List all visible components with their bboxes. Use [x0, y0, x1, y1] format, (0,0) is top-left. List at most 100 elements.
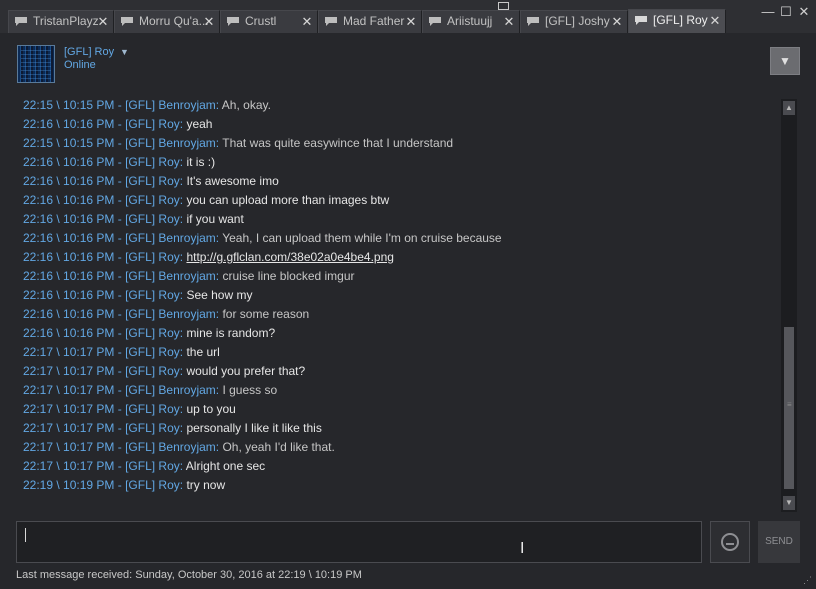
close-icon[interactable]: ✕ — [97, 11, 109, 32]
scrollbar-thumb[interactable]: ≡ — [784, 327, 794, 489]
tab-label: [GFL] Joshy — [545, 14, 610, 28]
close-icon[interactable]: ✕ — [709, 10, 721, 31]
message-sender[interactable]: [GFL] Roy — [125, 364, 180, 378]
message-sender[interactable]: [GFL] Roy — [125, 478, 180, 492]
message-sender[interactable]: [GFL] Roy — [125, 288, 180, 302]
message-timestamp: 22:17 \ 10:17 PM — [23, 364, 115, 378]
tab-gfl-joshy[interactable]: [GFL] Joshy ✕ — [520, 10, 628, 33]
message-timestamp: 22:16 \ 10:16 PM — [23, 231, 115, 245]
message-text: the url — [186, 345, 220, 359]
chat-message: 22:15 \ 10:15 PM - [GFL] Benroyjam: That… — [18, 134, 778, 153]
close-icon[interactable]: ✕ — [203, 11, 215, 32]
message-text: See how my — [186, 288, 253, 302]
scroll-up-button[interactable]: ▲ — [783, 101, 795, 115]
chat-message: 22:16 \ 10:16 PM - [GFL] Roy: mine is ra… — [18, 324, 778, 343]
close-icon[interactable]: ✕ — [503, 11, 515, 32]
message-sender[interactable]: [GFL] Roy — [125, 421, 180, 435]
chat-message: 22:16 \ 10:16 PM - [GFL] Roy: It's aweso… — [18, 172, 778, 191]
tab-gfl-roy[interactable]: [GFL] Roy ✕ — [628, 9, 726, 33]
message-sender[interactable]: [GFL] Roy — [125, 345, 180, 359]
message-sender[interactable]: [GFL] Roy — [125, 250, 180, 264]
message-sender[interactable]: [GFL] Roy — [125, 117, 180, 131]
chat-message: 22:16 \ 10:16 PM - [GFL] Roy: yeah — [18, 115, 778, 134]
tab-label: Ariistuujj — [447, 14, 493, 28]
tab-tristanplayz[interactable]: TristanPlayz ✕ — [8, 10, 114, 33]
chat-message: 22:16 \ 10:16 PM - [GFL] Benroyjam: crui… — [18, 267, 778, 286]
chat-message: 22:16 \ 10:16 PM - [GFL] Roy: http://g.g… — [18, 248, 778, 267]
chat-message: 22:17 \ 10:17 PM - [GFL] Roy: up to you — [18, 400, 778, 419]
message-sender[interactable]: [GFL] Benroyjam — [125, 98, 216, 112]
tab-mad-father[interactable]: Mad Father ✕ — [318, 10, 422, 33]
chevron-down-icon: ▼ — [779, 54, 791, 68]
tab-label: Crustl — [245, 14, 277, 28]
scroll-down-button[interactable]: ▼ — [783, 496, 795, 510]
close-icon[interactable]: ✕ — [405, 11, 417, 32]
chat-message: 22:19 \ 10:19 PM - [GFL] Roy: try now — [18, 476, 778, 495]
text-cursor-icon: I — [520, 540, 525, 557]
last-message-status: Last message received: Sunday, October 3… — [16, 569, 362, 581]
chat-bubble-icon — [121, 17, 133, 26]
message-sender[interactable]: [GFL] Benroyjam — [125, 231, 216, 245]
message-sender[interactable]: [GFL] Roy — [125, 459, 180, 473]
message-timestamp: 22:16 \ 10:16 PM — [23, 307, 115, 321]
chat-bubble-icon — [325, 17, 337, 26]
resize-grip-icon[interactable]: ⋰ — [803, 575, 812, 586]
message-timestamp: 22:16 \ 10:16 PM — [23, 250, 115, 264]
message-link[interactable]: http://g.gflclan.com/38e02a0e4be4.png — [186, 250, 394, 264]
message-sender[interactable]: [GFL] Benroyjam — [125, 136, 216, 150]
message-sender[interactable]: [GFL] Benroyjam — [125, 440, 216, 454]
message-text: would you prefer that? — [186, 364, 306, 378]
message-sender[interactable]: [GFL] Roy — [125, 193, 180, 207]
tab-morru[interactable]: Morru Qu'a... ✕ — [114, 10, 220, 33]
message-timestamp: 22:16 \ 10:16 PM — [23, 212, 115, 226]
message-text: yeah — [186, 117, 213, 131]
message-separator: - — [114, 440, 126, 454]
close-icon[interactable]: ✕ — [301, 11, 313, 32]
undock-icon[interactable] — [498, 2, 509, 10]
chat-bubble-icon — [15, 17, 27, 26]
message-sender[interactable]: [GFL] Benroyjam — [125, 307, 216, 321]
chat-bubble-icon — [635, 16, 647, 25]
send-button[interactable]: SEND — [758, 521, 800, 563]
message-sender[interactable]: [GFL] Roy — [125, 212, 180, 226]
message-timestamp: 22:15 \ 10:15 PM — [23, 136, 115, 150]
message-separator: - — [114, 231, 126, 245]
chat-message: 22:17 \ 10:17 PM - [GFL] Benroyjam: I gu… — [18, 381, 778, 400]
message-sender[interactable]: [GFL] Roy — [125, 155, 180, 169]
chat-window: TristanPlayz ✕ Morru Qu'a... ✕ Crustl ✕ … — [0, 0, 816, 589]
tab-ariistuujj[interactable]: Ariistuujj ✕ — [422, 10, 520, 33]
message-text: mine is random? — [186, 326, 276, 340]
maximize-button[interactable]: ☐ — [778, 4, 794, 20]
message-text: you can upload more than images btw — [186, 193, 390, 207]
message-separator: - — [114, 402, 126, 416]
chat-options-button[interactable]: ▼ — [770, 47, 800, 75]
message-separator: - — [114, 98, 126, 112]
message-input[interactable] — [16, 521, 702, 563]
message-text: I guess so — [222, 383, 278, 397]
close-icon[interactable]: ✕ — [611, 11, 623, 32]
message-sender[interactable]: [GFL] Benroyjam — [125, 269, 216, 283]
message-sender[interactable]: [GFL] Roy — [125, 326, 180, 340]
message-sender[interactable]: [GFL] Roy — [125, 402, 180, 416]
chat-message: 22:16 \ 10:16 PM - [GFL] Roy: you can up… — [18, 191, 778, 210]
message-separator: - — [114, 155, 126, 169]
message-separator: - — [114, 269, 126, 283]
message-text: up to you — [186, 402, 236, 416]
message-separator: - — [114, 174, 126, 188]
close-window-button[interactable]: ✕ — [796, 4, 812, 20]
message-timestamp: 22:17 \ 10:17 PM — [23, 383, 115, 397]
tab-crustl[interactable]: Crustl ✕ — [220, 10, 318, 33]
minimize-button[interactable]: — — [760, 4, 776, 19]
avatar[interactable] — [17, 45, 55, 83]
message-sender[interactable]: [GFL] Roy — [125, 174, 180, 188]
caret-down-icon[interactable]: ▼ — [120, 47, 129, 57]
friend-name[interactable]: [GFL] Roy — [64, 46, 114, 58]
scrollbar[interactable]: ▲ ≡ ▼ — [781, 99, 797, 512]
emoticon-button[interactable] — [710, 521, 750, 563]
message-timestamp: 22:19 \ 10:19 PM — [23, 478, 115, 492]
message-text: Alright one sec — [185, 459, 266, 473]
message-timestamp: 22:16 \ 10:16 PM — [23, 288, 115, 302]
chat-message: 22:17 \ 10:17 PM - [GFL] Roy: would you … — [18, 362, 778, 381]
chat-message: 22:16 \ 10:16 PM - [GFL] Benroyjam: Yeah… — [18, 229, 778, 248]
message-sender[interactable]: [GFL] Benroyjam — [125, 383, 216, 397]
